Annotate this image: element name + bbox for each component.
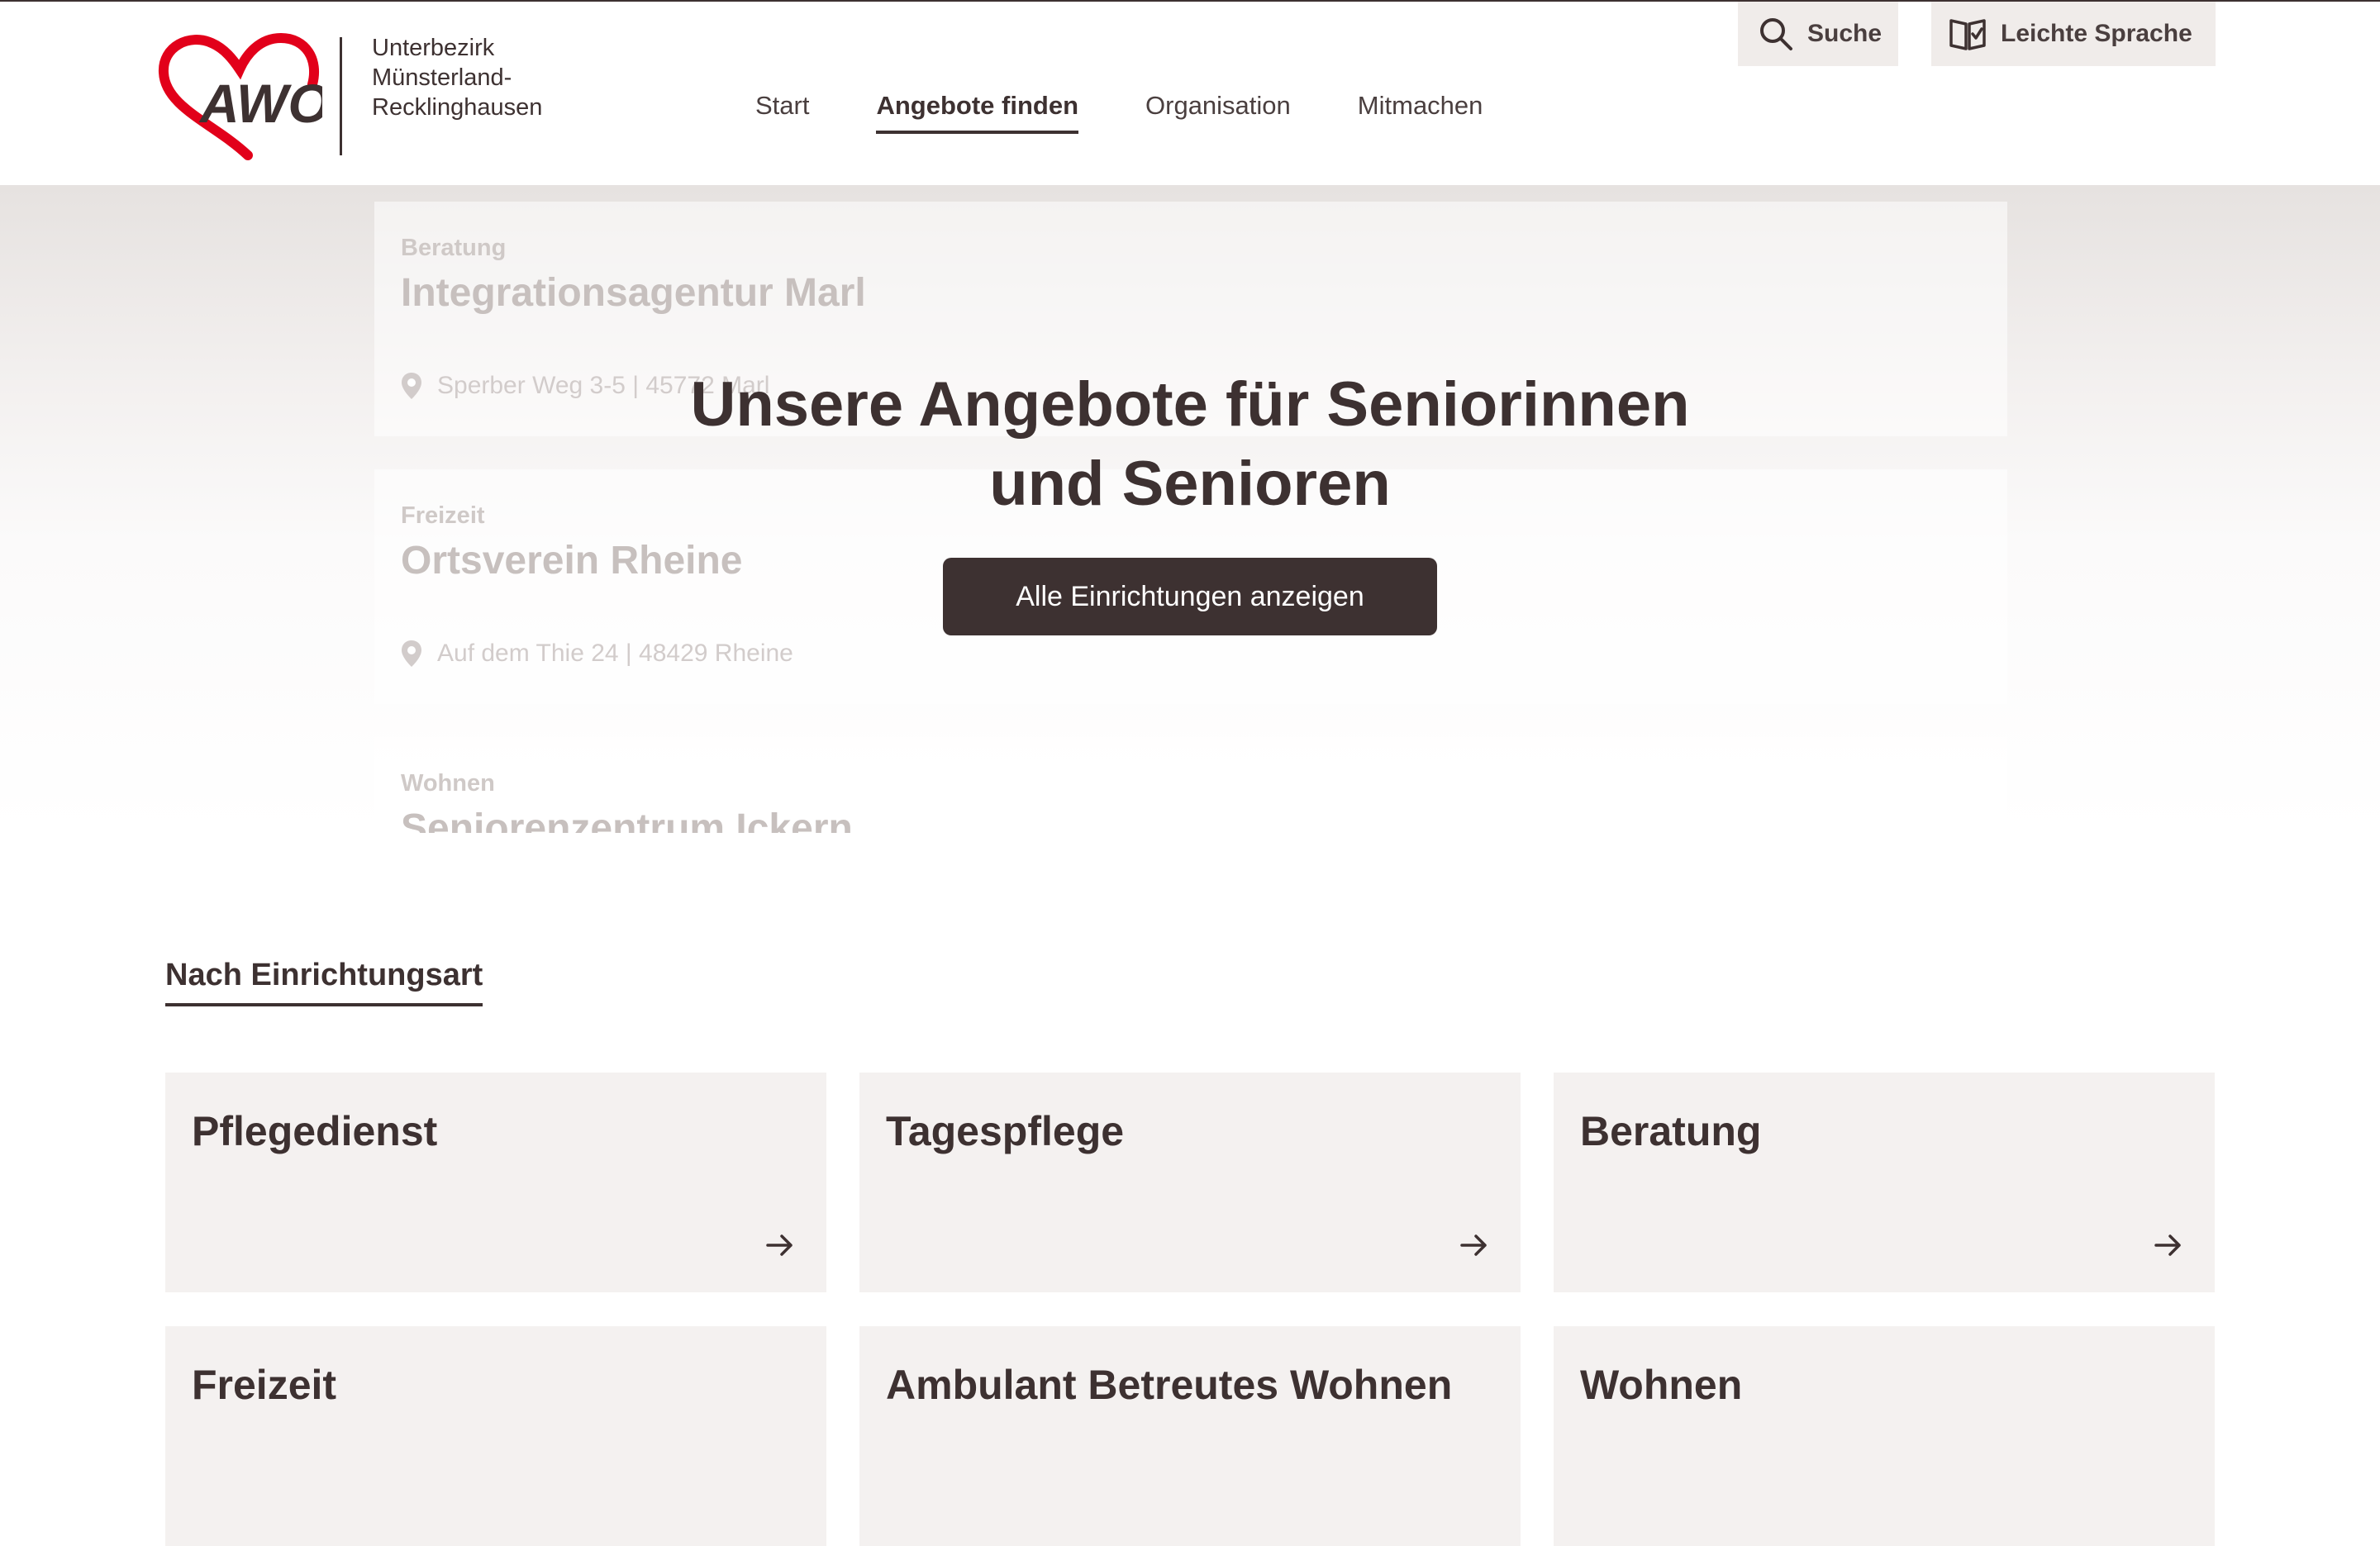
facility-type-tile-ambulant-betreutes-wohnen[interactable]: Ambulant Betreutes Wohnen: [859, 1326, 1521, 1546]
facility-type-tile-freizeit[interactable]: Freizeit: [165, 1326, 826, 1546]
logo-line-2: Münsterland-: [372, 64, 512, 91]
logo-mark-text: AWO: [198, 73, 322, 134]
facility-type-tile-beratung[interactable]: Beratung: [1554, 1073, 2215, 1292]
tile-title: Ambulant Betreutes Wohnen: [886, 1362, 1453, 1408]
card-category: Beratung: [401, 235, 507, 261]
search-button[interactable]: Suche: [1738, 2, 1898, 66]
hero-title: Unsere Angebote für Seniorinnen und Seni…: [0, 365, 2380, 524]
easy-language-button[interactable]: Leichte Sprache: [1931, 2, 2216, 66]
logo-divider: [340, 37, 342, 155]
site-header: AWO Unterbezirk Münsterland- Recklinghau…: [0, 0, 2380, 185]
facility-type-tile-tagespflege[interactable]: Tagespflege: [859, 1073, 1521, 1292]
awo-logo[interactable]: AWO Unterbezirk Münsterland- Recklinghau…: [157, 33, 545, 162]
arrow-right-icon: [2154, 1234, 2181, 1256]
card-address: Auf dem Thie 24 | 48429 Rheine: [401, 640, 793, 668]
tile-title: Tagespflege: [886, 1108, 1125, 1154]
facility-type-tile-pflegedienst[interactable]: Pflegedienst: [165, 1073, 826, 1292]
tile-title: Freizeit: [192, 1362, 337, 1408]
tile-title: Pflegedienst: [192, 1108, 438, 1154]
section-title: Nach Einrichtungsart: [165, 958, 483, 1006]
awo-heart-logo-icon: AWO: [159, 33, 322, 160]
card-category: Wohnen: [401, 770, 495, 797]
card-address-text: Auf dem Thie 24 | 48429 Rheine: [437, 640, 793, 667]
hero-title-line-2: und Senioren: [989, 449, 1391, 519]
nav-item-mitmachen[interactable]: Mitmachen: [1358, 91, 1483, 134]
easy-language-label: Leichte Sprache: [2001, 20, 2192, 47]
book-icon: [1949, 19, 1986, 50]
logo-org-name: Unterbezirk Münsterland- Recklinghausen: [372, 33, 542, 122]
card-name: Integrationsagentur Marl: [401, 271, 866, 315]
show-all-facilities-button[interactable]: Alle Einrichtungen anzeigen: [943, 558, 1437, 635]
location-pin-icon: [402, 640, 421, 667]
arrow-right-icon: [766, 1234, 793, 1256]
search-icon: [1760, 18, 1792, 50]
nav-item-start[interactable]: Start: [755, 91, 809, 134]
logo-line-1: Unterbezirk: [372, 35, 495, 61]
hero-title-line-1: Unsere Angebote für Seniorinnen: [690, 369, 1690, 440]
hero-section: Beratung Integrationsagentur Marl Sperbe…: [0, 185, 2380, 833]
tile-title: Wohnen: [1580, 1362, 1743, 1408]
logo-line-3: Recklinghausen: [372, 94, 543, 121]
facility-type-tile-wohnen[interactable]: Wohnen: [1554, 1326, 2215, 1546]
card-name: Seniorenzentrum Ickern: [401, 806, 853, 833]
search-button-label: Suche: [1807, 20, 1883, 47]
tile-title: Beratung: [1580, 1108, 1762, 1154]
main-nav: Start Angebote finden Organisation Mitma…: [755, 91, 1549, 134]
background-facility-card: Wohnen Seniorenzentrum Ickern: [374, 737, 2007, 833]
nav-item-angebote-finden[interactable]: Angebote finden: [876, 91, 1079, 134]
arrow-right-icon: [1460, 1234, 1487, 1256]
nav-item-organisation[interactable]: Organisation: [1145, 91, 1291, 134]
